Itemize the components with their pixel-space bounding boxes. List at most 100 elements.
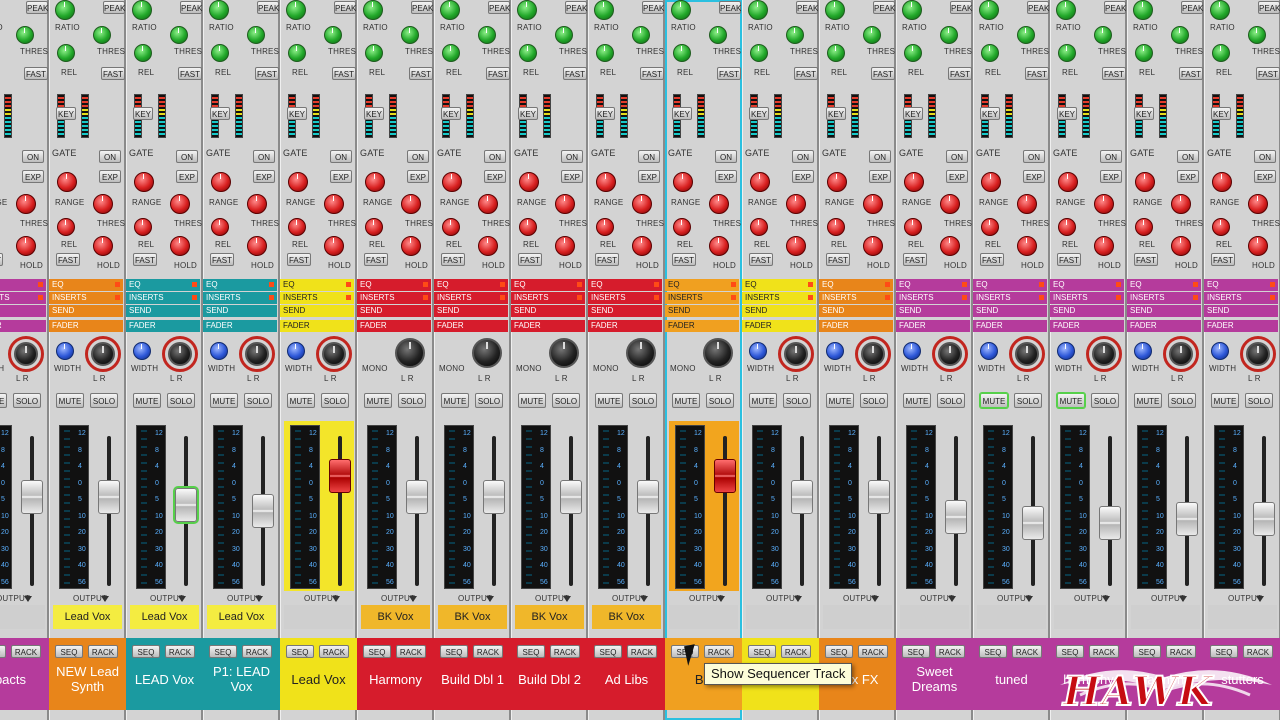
gate-exp-button[interactable]: EXP [869, 170, 891, 183]
seq-button[interactable]: SEQ [902, 645, 930, 658]
release-knob[interactable] [904, 44, 922, 62]
pan-knob[interactable] [861, 342, 885, 366]
solo-button[interactable]: SOLO [1091, 393, 1119, 408]
gate-thres-knob[interactable] [940, 194, 960, 214]
channel-name[interactable]: P1: LEAD Vox [203, 660, 280, 698]
solo-button[interactable]: SOLO [1168, 393, 1196, 408]
eq-section-bar[interactable]: EQ [280, 279, 354, 291]
release-knob[interactable] [827, 44, 845, 62]
gate-on-button[interactable]: ON [869, 150, 891, 163]
send-section-bar[interactable]: SEND [203, 305, 277, 317]
solo-button[interactable]: SOLO [860, 393, 888, 408]
ratio-knob[interactable] [748, 0, 768, 20]
channel-name[interactable]: pacts [0, 660, 49, 698]
width-knob[interactable] [1134, 342, 1152, 360]
gate-fast-button[interactable]: FAST [672, 253, 696, 266]
gate-exp-button[interactable]: EXP [330, 170, 352, 183]
gate-fast-button[interactable]: FAST [826, 253, 850, 266]
release-knob[interactable] [134, 44, 152, 62]
gate-fast-button[interactable]: FAST [133, 253, 157, 266]
send-section-bar[interactable]: SEND [1050, 305, 1124, 317]
rack-button[interactable]: RACK [396, 645, 426, 658]
width-knob[interactable] [56, 342, 74, 360]
rack-button[interactable]: RACK [88, 645, 118, 658]
gate-thres-knob[interactable] [324, 194, 344, 214]
gate-fast-button[interactable]: FAST [903, 253, 927, 266]
key-button[interactable]: KEY [133, 107, 153, 120]
thres-knob[interactable] [170, 26, 188, 44]
pan-knob[interactable] [245, 342, 269, 366]
width-knob[interactable] [1211, 342, 1229, 360]
inserts-section-bar[interactable]: INSERTS [1127, 292, 1201, 304]
volume-fader[interactable] [406, 480, 428, 515]
thres-knob[interactable] [1094, 26, 1112, 44]
gate-release-knob[interactable] [288, 218, 306, 236]
width-knob[interactable] [749, 342, 767, 360]
range-knob[interactable] [981, 172, 1001, 192]
hold-knob[interactable] [170, 236, 190, 256]
gate-fast-button[interactable]: FAST [0, 253, 3, 266]
peak-button[interactable]: PEAK [180, 1, 202, 14]
pan-knob[interactable] [1015, 342, 1039, 366]
solo-button[interactable]: SOLO [1245, 393, 1273, 408]
key-button[interactable]: KEY [441, 107, 461, 120]
mute-button[interactable]: MUTE [595, 393, 623, 408]
peak-button[interactable]: PEAK [26, 1, 48, 14]
output-dropdown-icon[interactable] [1025, 596, 1033, 602]
rack-button[interactable]: RACK [319, 645, 349, 658]
inserts-section-bar[interactable]: INSERTS [1204, 292, 1278, 304]
range-knob[interactable] [750, 172, 770, 192]
gate-exp-button[interactable]: EXP [715, 170, 737, 183]
gate-on-button[interactable]: ON [176, 150, 198, 163]
output-dropdown-icon[interactable] [794, 596, 802, 602]
solo-button[interactable]: SOLO [244, 393, 272, 408]
inserts-section-bar[interactable]: INSERTS [126, 292, 200, 304]
width-knob[interactable] [210, 342, 228, 360]
output-dropdown-icon[interactable] [255, 596, 263, 602]
thres-knob[interactable] [709, 26, 727, 44]
output-bus-name[interactable]: BK Vox [515, 605, 584, 629]
gate-on-button[interactable]: ON [22, 150, 44, 163]
gate-fast-button[interactable]: FAST [287, 253, 311, 266]
mute-button[interactable]: MUTE [364, 393, 392, 408]
gate-release-knob[interactable] [827, 218, 845, 236]
thres-knob[interactable] [401, 26, 419, 44]
output-dropdown-icon[interactable] [948, 596, 956, 602]
output-dropdown-icon[interactable] [178, 596, 186, 602]
send-section-bar[interactable]: SEND [280, 305, 354, 317]
gate-release-knob[interactable] [365, 218, 383, 236]
gate-exp-button[interactable]: EXP [561, 170, 583, 183]
fast-button[interactable]: FAST [1179, 67, 1203, 80]
gate-thres-knob[interactable] [478, 194, 498, 214]
release-knob[interactable] [288, 44, 306, 62]
volume-fader[interactable] [1176, 502, 1198, 537]
seq-button[interactable]: SEQ [748, 645, 776, 658]
send-section-bar[interactable]: SEND [357, 305, 431, 317]
send-section-bar[interactable]: SEND [126, 305, 200, 317]
width-knob[interactable] [1057, 342, 1075, 360]
eq-section-bar[interactable]: EQ [0, 279, 46, 291]
gate-exp-button[interactable]: EXP [1100, 170, 1122, 183]
release-knob[interactable] [750, 44, 768, 62]
hold-knob[interactable] [709, 236, 729, 256]
gate-thres-knob[interactable] [93, 194, 113, 214]
solo-button[interactable]: SOLO [937, 393, 965, 408]
gate-thres-knob[interactable] [1248, 194, 1268, 214]
pan-knob[interactable] [472, 338, 502, 368]
rack-button[interactable]: RACK [627, 645, 657, 658]
hold-knob[interactable] [478, 236, 498, 256]
pan-knob[interactable] [91, 342, 115, 366]
volume-fader[interactable] [1099, 505, 1121, 540]
peak-button[interactable]: PEAK [1181, 1, 1203, 14]
release-knob[interactable] [1135, 44, 1153, 62]
hold-knob[interactable] [247, 236, 267, 256]
output-dropdown-icon[interactable] [1179, 596, 1187, 602]
width-knob[interactable] [980, 342, 998, 360]
gate-fast-button[interactable]: FAST [1134, 253, 1158, 266]
fast-button[interactable]: FAST [101, 67, 125, 80]
range-knob[interactable] [519, 172, 539, 192]
seq-button[interactable]: SEQ [132, 645, 160, 658]
inserts-section-bar[interactable]: INSERTS [665, 292, 739, 304]
fast-button[interactable]: FAST [178, 67, 202, 80]
ratio-knob[interactable] [825, 0, 845, 20]
